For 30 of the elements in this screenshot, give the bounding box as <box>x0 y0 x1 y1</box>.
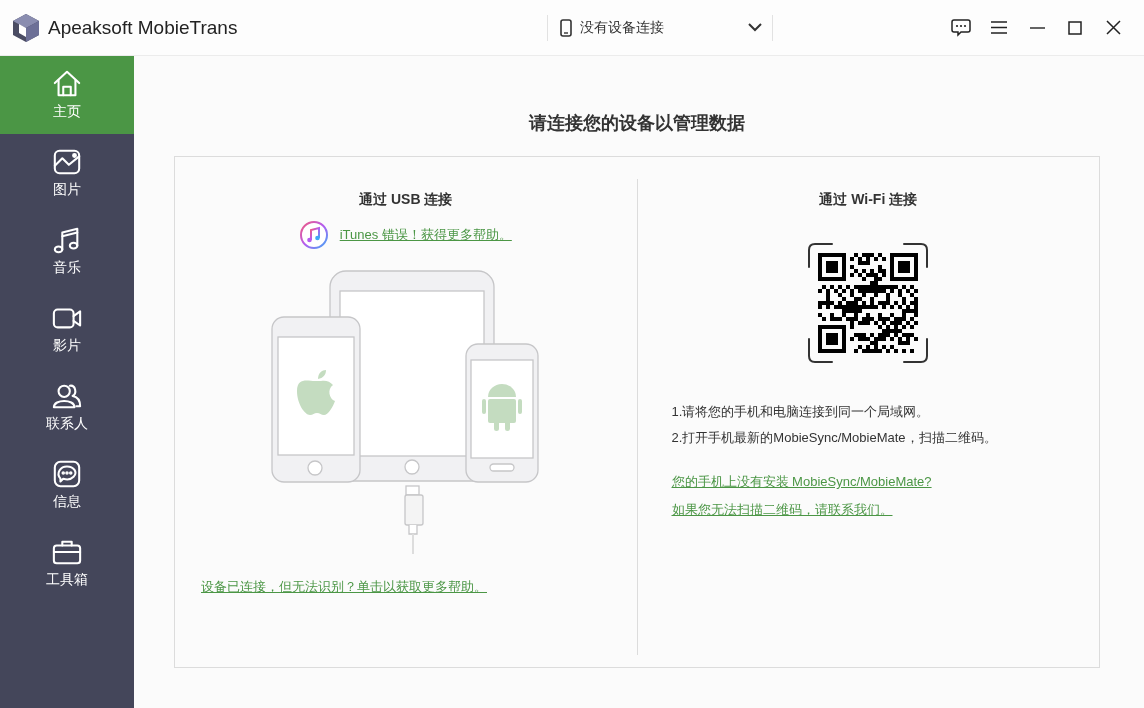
music-note-icon <box>299 221 328 249</box>
sidebar-item[interactable]: 联系人 <box>0 368 134 446</box>
device-dropdown[interactable]: 没有设备连接 <box>547 14 773 41</box>
chevron-down-icon <box>748 23 762 32</box>
sidebar-item[interactable]: 影片 <box>0 290 134 368</box>
app-logo-icon <box>12 12 40 43</box>
phone-icon <box>560 18 572 37</box>
window-title: Apeaksoft MobieTrans <box>48 16 238 39</box>
usb-section-title: 通过 USB 连接 <box>359 191 453 209</box>
sidebar-item[interactable]: 工具箱 <box>0 524 134 602</box>
device-help-link[interactable]: 设备已连接，但无法识别？单击以获取更多帮助。 <box>201 578 487 596</box>
help-link[interactable]: 如果您无法扫描二维码，请联系我们。 <box>671 501 932 519</box>
sidebar-item[interactable]: 音乐 <box>0 212 134 290</box>
sidebar-item[interactable]: 主页 <box>0 56 134 134</box>
sidebar-item[interactable]: 图片 <box>0 134 134 212</box>
message-icon <box>52 459 82 489</box>
instruction-step: 1.请将您的手机和电脑连接到同一个局域网。 <box>671 403 997 421</box>
menu-icon <box>991 21 1007 34</box>
maximize-icon <box>1068 20 1082 35</box>
minimize-icon <box>1029 26 1045 29</box>
wifi-section-title: 通过 Wi-Fi 连接 <box>819 191 918 209</box>
itunes-help-link[interactable]: iTunes 错误！获得更多帮助。 <box>339 226 512 244</box>
sidebar-item[interactable]: 信息 <box>0 446 134 524</box>
picture-icon <box>52 147 82 177</box>
close-icon <box>1105 20 1121 35</box>
home-icon <box>52 69 82 99</box>
chat-bubble-icon <box>951 18 971 37</box>
instruction-step: 2.打开手机最新的MobieSync/MobieMate，扫描二维码。 <box>671 429 997 447</box>
help-link[interactable]: 您的手机上没有安装 MobieSync/MobieMate? <box>671 473 932 491</box>
page-heading: 请连接您的设备以管理数据 <box>527 112 746 135</box>
